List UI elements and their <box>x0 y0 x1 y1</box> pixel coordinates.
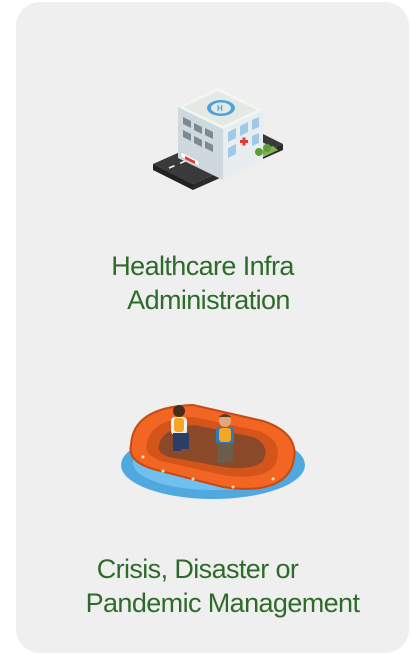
hospital-building-icon: H <box>152 88 283 190</box>
healthcare-label-line-1: Healthcare Infra <box>111 251 294 281</box>
crisis-management-label: Crisis, Disaster or Pandemic Management <box>16 552 409 620</box>
rescue-raft-icon <box>120 403 305 499</box>
crisis-label-line-1: Crisis, Disaster or <box>96 554 299 584</box>
svg-text:H: H <box>217 104 223 113</box>
crisis-label-line-2: Pandemic Management <box>85 588 360 618</box>
tile-healthcare-infra-administration[interactable]: H Healthcare Infra Administration <box>16 72 409 317</box>
healthcare-label-line-2: Administration <box>127 285 290 315</box>
healthcare-infra-label: Healthcare Infra Administration <box>16 249 409 317</box>
services-card: H Healthcare Infra Administration Crisis… <box>16 2 409 653</box>
tile-crisis-disaster-pandemic-management[interactable]: Crisis, Disaster or Pandemic Management <box>16 387 409 620</box>
